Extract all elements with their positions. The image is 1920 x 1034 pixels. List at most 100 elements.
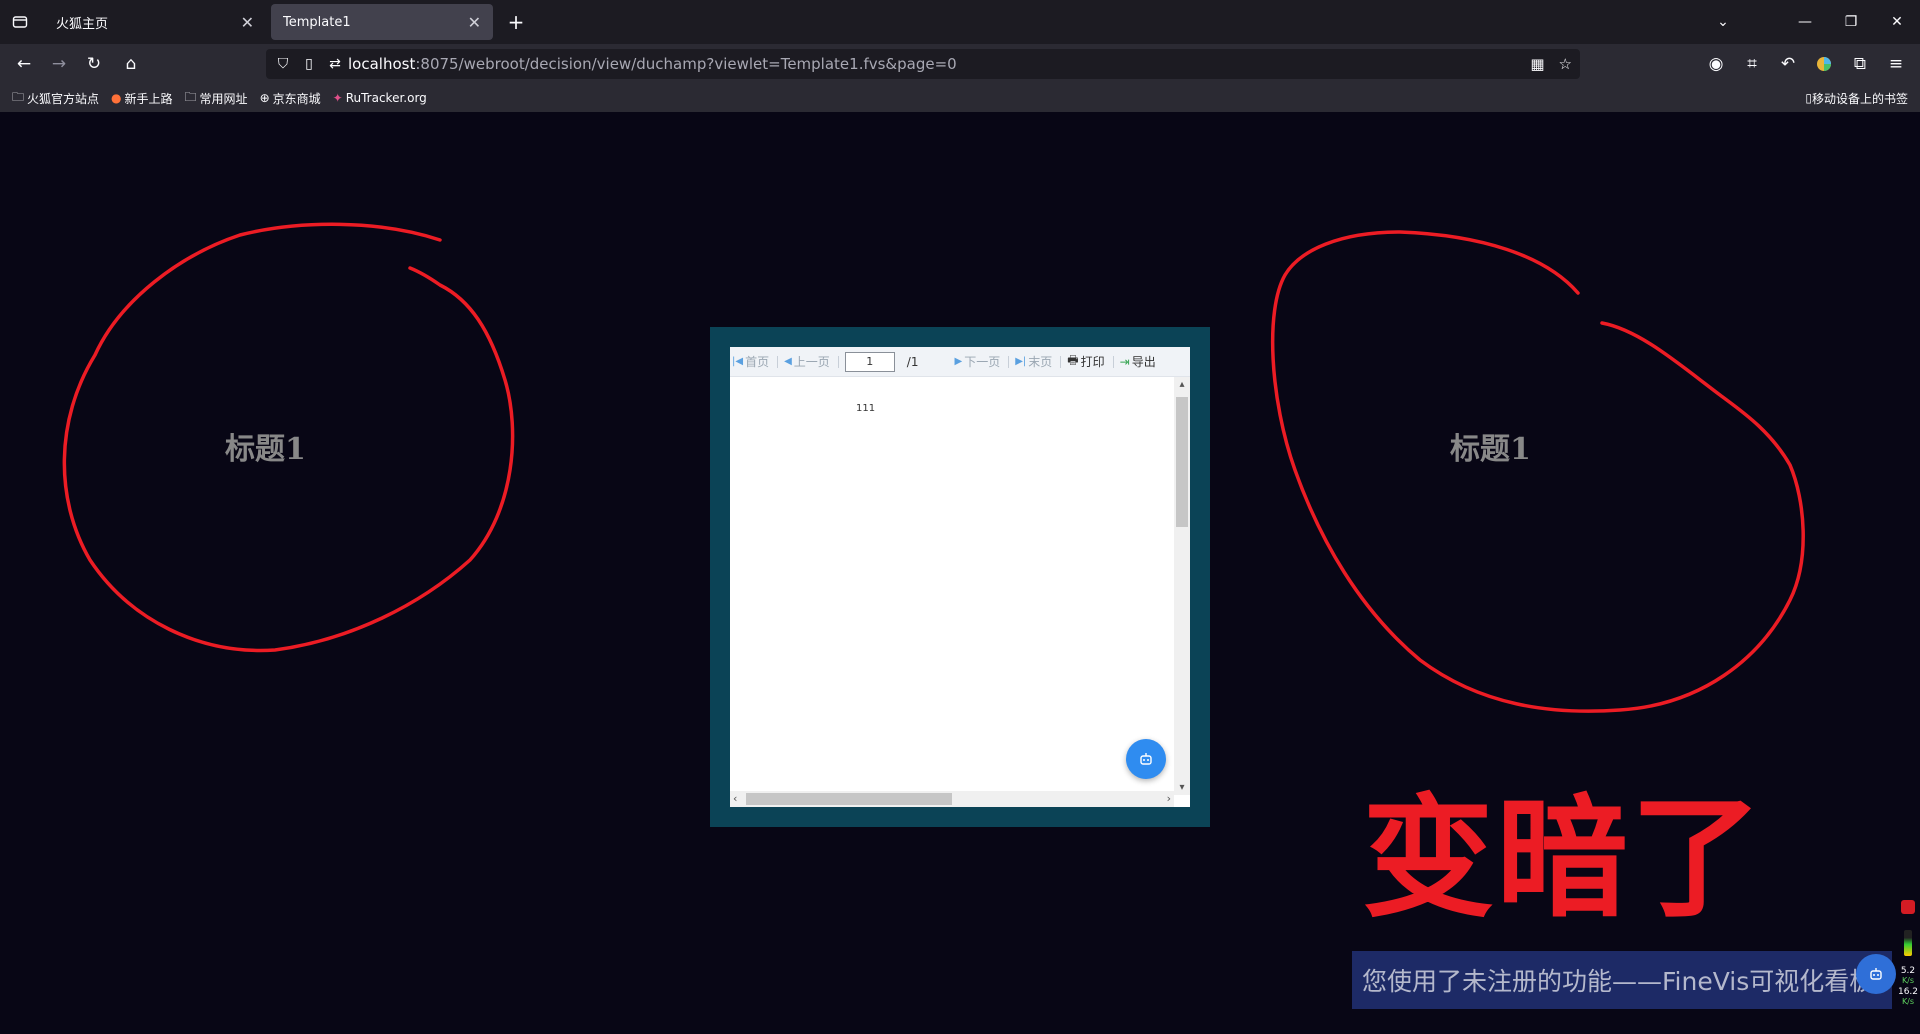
last-page-icon: ▶| [1015, 356, 1027, 367]
forward-button[interactable]: → [45, 50, 73, 78]
bookmark-item[interactable]: ✦ RuTracker.org [333, 91, 427, 105]
upload-unit: K/s [1901, 976, 1915, 985]
print-button[interactable]: 🖶 打印 [1067, 351, 1104, 372]
toolbar-divider [1060, 355, 1062, 368]
bookmark-item[interactable]: ● 新手上路 [111, 90, 173, 107]
permissions-icon[interactable]: ⇄ [322, 56, 348, 72]
bookmark-item[interactable]: 🗀 常用网址 [185, 88, 248, 109]
first-page-label: 首页 [745, 355, 770, 369]
tab-label: Template1 [283, 14, 351, 30]
last-page-button[interactable]: ▶| 末页 [1015, 353, 1052, 370]
page-icon[interactable]: ▯ [296, 56, 322, 72]
toolbar-divider [1112, 355, 1114, 368]
prev-page-icon: ◀ [784, 356, 792, 367]
arrow-right-icon: → [51, 54, 67, 74]
mobile-bookmarks[interactable]: ▯ 移动设备上的书签 [1805, 84, 1908, 112]
horizontal-scrollbar[interactable]: ‹ › [730, 791, 1174, 807]
bookmark-item[interactable]: 🗀 火狐官方站点 [12, 88, 99, 109]
vertical-scrollbar[interactable]: ▴ ▾ [1174, 377, 1190, 795]
qr-code-icon[interactable]: ▦ [1530, 55, 1544, 73]
back-button[interactable]: ← [10, 50, 38, 78]
prev-page-label: 上一页 [793, 355, 830, 369]
tab-bar: 火狐主页 ✕ Template1 ✕ + ⌄ — ❐ ✕ [0, 0, 1920, 44]
mobile-device-icon: ▯ [1805, 91, 1812, 105]
title-left: 标题1 [225, 432, 306, 467]
arrow-left-icon: ← [16, 54, 32, 74]
url-bar-actions: ▦ ☆ [1530, 49, 1572, 79]
extension-color-icon [1817, 57, 1831, 71]
first-page-button[interactable]: |◀ 首页 [732, 353, 769, 370]
reload-icon: ↻ [86, 54, 102, 74]
list-tabs-chevron-button[interactable]: ⌄ [1700, 0, 1746, 44]
floating-robot-button[interactable] [1126, 739, 1166, 779]
minimize-button[interactable]: — [1782, 0, 1828, 44]
bookmarks-toolbar: 🗀 火狐官方站点 ● 新手上路 🗀 常用网址 ⊕ 京东商城 ✦ RuTracker.org… [0, 84, 1920, 112]
vertical-scroll-thumb[interactable] [1176, 397, 1188, 527]
net-speed-monitor: 5.2 K/s 16.2 K/s [1896, 898, 1920, 1034]
account-icon: ◉ [1708, 54, 1724, 74]
folder-icon: 🗀 [184, 89, 197, 104]
mobile-bookmarks-label: 移动设备上的书签 [1811, 91, 1908, 106]
shield-icon[interactable]: ⛉ [270, 56, 296, 72]
bookmark-item[interactable]: ⊕ 京东商城 [260, 90, 321, 107]
url-path: :8075/webroot/decision/view/duchamp?view… [415, 55, 957, 73]
restore-button[interactable]: ❐ [1828, 0, 1874, 44]
export-button[interactable]: ⇥ 导出 [1120, 353, 1156, 370]
tab-template1[interactable]: Template1 ✕ [271, 4, 493, 40]
report-widget: |◀ 首页 ◀ 上一页 1 /1 ▶ 下一页 ▶| 末页 🖶 打印 ⇥ 导出 111 ▴ ▾… [710, 327, 1210, 827]
bookmark-star-icon[interactable]: ☆ [1559, 55, 1572, 73]
toolbar-divider [1008, 355, 1010, 368]
bookmark-label: 新手上路 [124, 91, 173, 106]
watermark-robot-button[interactable] [1856, 954, 1896, 994]
close-window-button[interactable]: ✕ [1874, 0, 1920, 44]
scroll-up-icon[interactable]: ▴ [1174, 379, 1190, 390]
report-toolbar: |◀ 首页 ◀ 上一页 1 /1 ▶ 下一页 ▶| 末页 🖶 打印 ⇥ 导出 [730, 347, 1190, 377]
tab-firefox-home[interactable]: 火狐主页 ✕ [44, 4, 266, 40]
annotation-text: 变暗了 [1362, 782, 1764, 936]
puzzle-icon: ⧉ [1853, 54, 1867, 74]
export-label: 导出 [1131, 355, 1156, 369]
last-page-label: 末页 [1028, 355, 1053, 369]
screenshot-button[interactable]: ⌗ [1738, 50, 1766, 78]
crop-icon: ⌗ [1747, 54, 1757, 74]
upload-speed: 5.2 [1900, 966, 1916, 976]
report-viewer: |◀ 首页 ◀ 上一页 1 /1 ▶ 下一页 ▶| 末页 🖶 打印 ⇥ 导出 111 ▴ ▾… [730, 347, 1190, 807]
scroll-down-icon[interactable]: ▾ [1174, 782, 1190, 793]
app-menu-button[interactable]: ≡ [1882, 50, 1910, 78]
scroll-left-icon[interactable]: ‹ [733, 791, 737, 807]
home-icon: ⌂ [125, 54, 137, 74]
url-bar[interactable]: ⛉ ▯ ⇄ localhost:8075/webroot/decision/vi… [266, 49, 1580, 79]
toolbar-divider [837, 355, 839, 368]
robot-icon [1870, 968, 1882, 980]
undo-icon: ↶ [1780, 54, 1796, 74]
url-host: localhost [348, 55, 416, 73]
bookmark-label: RuTracker.org [345, 91, 427, 105]
close-tab-icon[interactable]: ✕ [241, 13, 254, 32]
folder-icon: 🗀 [12, 89, 25, 104]
prev-page-button[interactable]: ◀ 上一页 [784, 353, 830, 370]
close-tab-icon[interactable]: ✕ [468, 13, 481, 32]
next-page-label: 下一页 [964, 355, 1001, 369]
account-button[interactable]: ◉ [1702, 50, 1730, 78]
robot-icon [1140, 753, 1152, 765]
reload-button[interactable]: ↻ [80, 50, 108, 78]
home-button[interactable]: ⌂ [117, 50, 145, 78]
printer-icon: 🖶 [1067, 353, 1079, 367]
traffic-level-icon [1904, 930, 1912, 956]
print-label: 打印 [1080, 355, 1105, 369]
extensions-button[interactable]: ⧉ [1846, 50, 1874, 78]
navigation-toolbar: ← → ↻ ⌂ ⛉ ▯ ⇄ localhost:8075/webroot/dec… [0, 44, 1920, 84]
tab-label: 火狐主页 [56, 16, 109, 32]
toolbar-divider [777, 355, 779, 368]
extension-color-button[interactable] [1810, 50, 1838, 78]
undo-close-button[interactable]: ↶ [1774, 50, 1802, 78]
annotation-circle-right [1270, 230, 1805, 713]
bookmark-label: 京东商城 [272, 91, 321, 106]
list-all-tabs-button[interactable] [8, 8, 32, 36]
horizontal-scroll-thumb[interactable] [746, 793, 952, 805]
next-page-button[interactable]: ▶ 下一页 [954, 353, 1000, 370]
scroll-right-icon[interactable]: › [1167, 791, 1171, 807]
new-tab-button[interactable]: + [502, 8, 530, 36]
security-shield-icon [1901, 900, 1915, 914]
page-number-input[interactable]: 1 [844, 351, 895, 372]
